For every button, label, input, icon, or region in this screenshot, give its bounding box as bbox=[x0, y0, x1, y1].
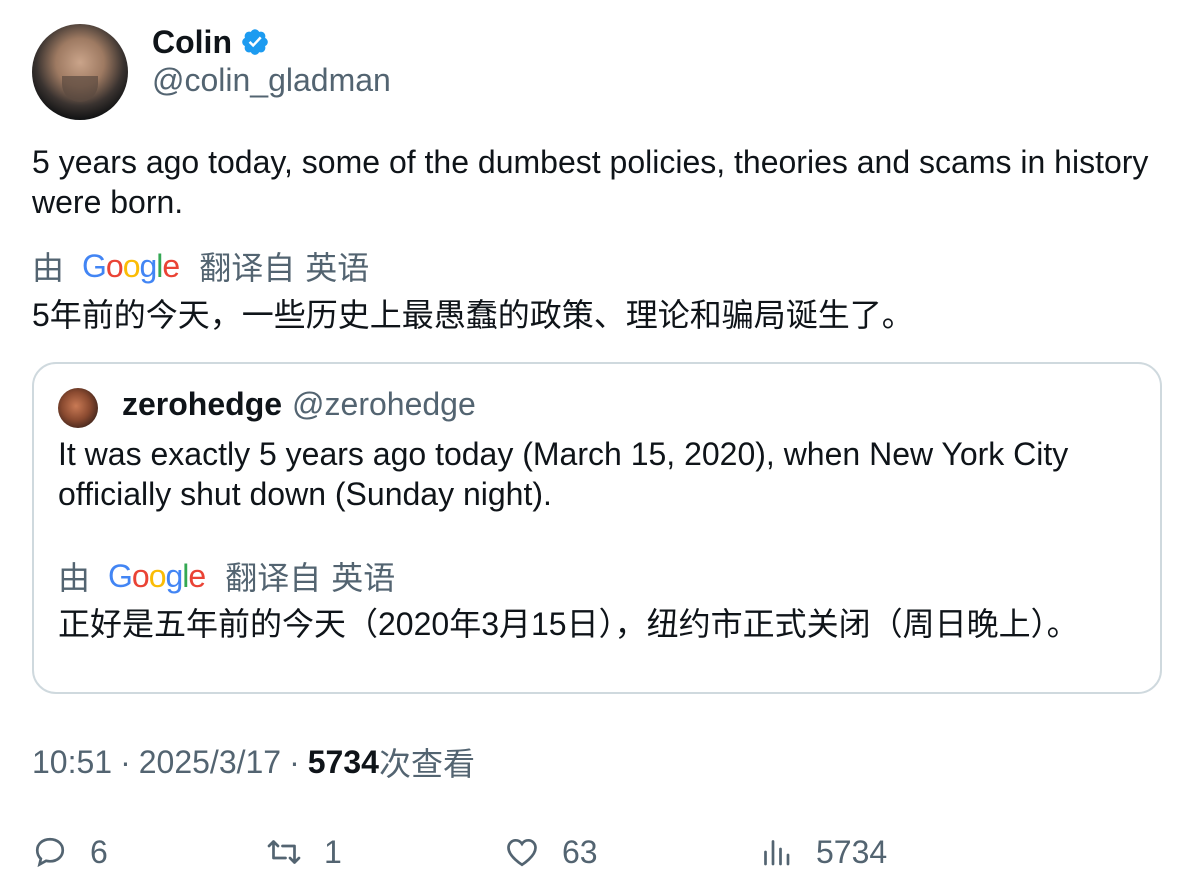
verified-badge-icon bbox=[242, 29, 268, 55]
author-name-row: Colin bbox=[152, 22, 270, 62]
author-name[interactable]: Colin bbox=[152, 24, 232, 61]
heart-icon bbox=[507, 838, 537, 867]
quoted-author-avatar bbox=[58, 388, 98, 428]
reply-icon bbox=[35, 837, 65, 868]
analytics-icon bbox=[764, 840, 790, 866]
like-button[interactable]: 63 bbox=[504, 830, 598, 874]
tweet-text: 5 years ago today, some of the dumbest p… bbox=[32, 144, 1149, 220]
quoted-google-logo: Google bbox=[108, 557, 206, 594]
action-bar: 6 1 63 5734 bbox=[0, 830, 1196, 874]
meta-separator: · bbox=[120, 743, 131, 780]
like-count: 63 bbox=[562, 833, 598, 870]
quoted-translated-by-label: 由 bbox=[58, 560, 91, 596]
views-button[interactable]: 5734 bbox=[758, 830, 887, 874]
views-action-count: 5734 bbox=[816, 833, 888, 870]
author-handle[interactable]: @colin_gladman bbox=[152, 62, 391, 99]
tweet-date[interactable]: 2025/3/17 bbox=[139, 744, 281, 781]
translated-from-label: 翻译自 bbox=[199, 250, 296, 286]
source-language: 英语 bbox=[305, 250, 370, 286]
google-logo: Google bbox=[82, 247, 180, 284]
tweet-time[interactable]: 10:51 bbox=[32, 744, 112, 781]
quoted-author-handle: @zerohedge bbox=[292, 385, 476, 422]
meta-separator-2: · bbox=[289, 743, 300, 780]
translated-text: 5年前的今天，一些历史上最愚蠢的政策、理论和骗局诞生了。 bbox=[32, 297, 914, 333]
tweet-meta: 10:51 · 2025/3/17 · 5734 次查看 bbox=[32, 742, 475, 783]
reply-count: 6 bbox=[90, 833, 108, 870]
retweet-icon bbox=[267, 840, 301, 864]
quoted-translated-from-label: 翻译自 bbox=[225, 560, 322, 596]
retweet-count: 1 bbox=[324, 833, 342, 870]
avatar-beard-shape bbox=[62, 76, 98, 102]
quoted-author-name: zerohedge bbox=[122, 385, 283, 422]
quoted-source-language: 英语 bbox=[331, 560, 396, 596]
author-avatar[interactable] bbox=[32, 24, 128, 120]
quoted-translation-header: 由 Google 翻译自 英语 bbox=[58, 556, 396, 597]
quoted-tweet[interactable]: zerohedge @zerohedge It was exactly 5 ye… bbox=[32, 362, 1162, 694]
quoted-tweet-text: It was exactly 5 years ago today (March … bbox=[58, 436, 1069, 512]
retweet-button[interactable]: 1 bbox=[266, 830, 342, 874]
quoted-author-row: zerohedge @zerohedge bbox=[122, 384, 476, 424]
reply-button[interactable]: 6 bbox=[32, 830, 108, 874]
translated-by-label: 由 bbox=[32, 250, 65, 286]
views-label: 次查看 bbox=[378, 746, 475, 782]
quoted-translated-text: 正好是五年前的今天（2020年3月15日），纽约市正式关闭（周日晚上）。 bbox=[58, 606, 1079, 642]
translation-header: 由 Google 翻译自 英语 bbox=[32, 246, 370, 287]
view-count: 5734 bbox=[307, 743, 379, 780]
